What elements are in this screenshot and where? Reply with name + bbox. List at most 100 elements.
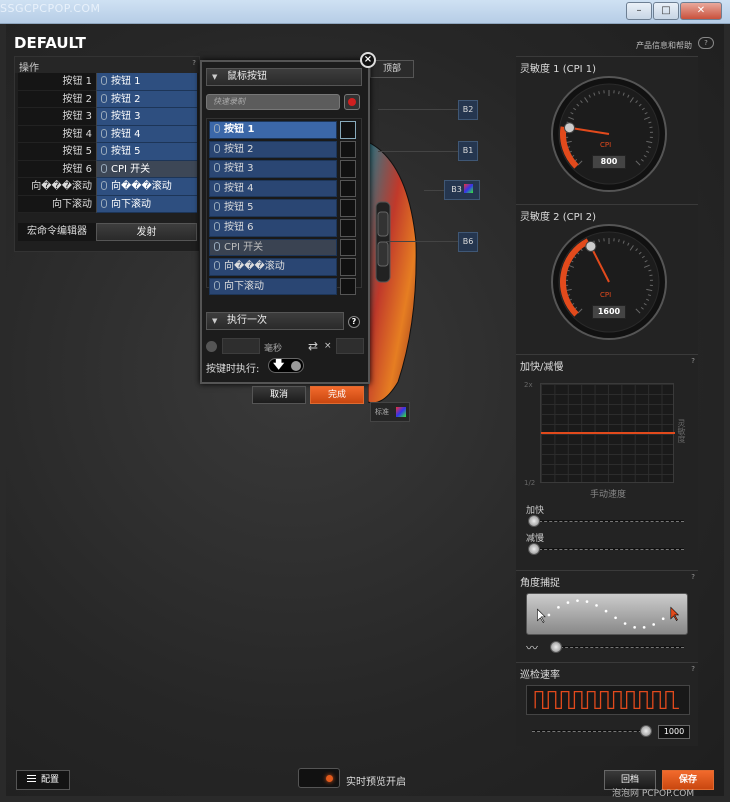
minimize-button[interactable]: – xyxy=(626,2,652,20)
popup-list-item[interactable]: 按钮 3 xyxy=(209,160,359,178)
delay-input[interactable] xyxy=(222,338,260,354)
mouse-icon xyxy=(101,76,107,85)
callout-b2[interactable]: B2 xyxy=(458,100,478,120)
gauge-knob[interactable] xyxy=(563,122,575,134)
wave-icon: 〰 xyxy=(526,641,539,655)
action-row-value[interactable]: 按钮 1 xyxy=(96,73,197,91)
cpi2-label: CPI xyxy=(600,291,612,299)
macro-fire-button[interactable]: 发射 xyxy=(96,223,197,241)
mouse-icon xyxy=(214,280,220,290)
live-preview-label: 实时预览开启 xyxy=(346,777,406,788)
live-preview-toggle[interactable] xyxy=(298,768,340,788)
exec-help-icon[interactable]: ? xyxy=(348,316,360,328)
angle-help-icon[interactable]: ? xyxy=(691,573,695,581)
cancel-button[interactable]: 取消 xyxy=(252,386,306,404)
slider-knob[interactable] xyxy=(550,641,563,653)
popup-list-checkbox[interactable] xyxy=(340,199,356,217)
popup-list-item[interactable]: 按钮 5 xyxy=(209,199,359,217)
config-button[interactable]: 配置 xyxy=(16,770,70,790)
cpi2-value[interactable]: 1600 xyxy=(592,305,626,319)
popup-list-item[interactable]: 按钮 6 xyxy=(209,218,359,237)
popup-list-checkbox[interactable] xyxy=(340,258,356,276)
polling-help-icon[interactable]: ? xyxy=(691,665,695,673)
popup-list-checkbox[interactable] xyxy=(340,140,356,159)
accel-graph xyxy=(540,383,675,483)
cpi2-gauge[interactable] xyxy=(550,223,668,341)
popup-list-item[interactable]: 向���滚动 xyxy=(209,258,359,276)
popup-list-item[interactable]: 按钮 2 xyxy=(209,140,359,159)
popup-list-item[interactable]: CPI 开关 xyxy=(209,238,359,257)
action-row-label: 向���滚动 xyxy=(18,178,96,196)
actions-help-icon[interactable]: ? xyxy=(192,59,196,67)
close-window-button[interactable]: ✕ xyxy=(680,2,722,20)
polling-value[interactable]: 1000 xyxy=(658,725,690,739)
repeat-x-label: × xyxy=(324,341,332,351)
action-row-value[interactable]: CPI 开关 xyxy=(96,160,197,178)
slider-knob[interactable] xyxy=(528,543,540,555)
action-row-value[interactable]: 向下滚动 xyxy=(96,195,197,213)
record-button[interactable] xyxy=(344,94,360,110)
gauge-knob[interactable] xyxy=(585,240,597,252)
popup-list-checkbox[interactable] xyxy=(340,160,356,178)
cpi1-label: CPI xyxy=(600,141,612,149)
popup-list-text: 按钮 5 xyxy=(224,202,254,214)
mouse-icon xyxy=(214,202,220,212)
action-row-value[interactable]: 向���滚动 xyxy=(96,178,197,196)
popup-list-item[interactable]: 按钮 4 xyxy=(209,179,359,198)
action-row-value[interactable]: 按钮 2 xyxy=(96,90,197,108)
popup-list-checkbox[interactable] xyxy=(340,277,356,296)
popup-list-text: 按钮 2 xyxy=(224,143,254,155)
help-link[interactable]: 产品信息和帮助 xyxy=(636,40,692,51)
decel-slider[interactable] xyxy=(528,543,684,555)
action-row-value[interactable]: 按钮 3 xyxy=(96,108,197,126)
exec-mode-dropdown[interactable]: ▼ 执行一次 xyxy=(206,312,344,330)
profile-title: DEFAULT xyxy=(14,34,86,52)
quick-record-field[interactable]: 快速录制 xyxy=(206,94,340,110)
category-dropdown[interactable]: ▼ 鼠标按钮 xyxy=(206,68,362,86)
cpi2-section: 灵敏度 2 (CPI 2) CPI 1600 xyxy=(516,204,698,354)
help-icon[interactable]: ? xyxy=(698,37,714,49)
top-view-button[interactable]: 顶部 xyxy=(370,60,414,78)
button-assign-popup: × ▼ 鼠标按钮 快速录制 按钮 1 按钮 2 按钮 3 按钮 4 按钮 5 按钮 6 CPI… xyxy=(200,52,376,404)
angle-slider[interactable] xyxy=(544,641,684,653)
standard-color-label[interactable]: 标准 xyxy=(370,402,410,422)
popup-list-label: 按钮 2 xyxy=(209,140,337,159)
action-row-value[interactable]: 按钮 4 xyxy=(96,125,197,143)
popup-list-checkbox[interactable] xyxy=(340,238,356,257)
done-button[interactable]: 完成 xyxy=(310,386,364,404)
polling-slider[interactable] xyxy=(526,725,652,737)
on-press-toggle[interactable]: 🡇 xyxy=(268,358,304,373)
slider-knob[interactable] xyxy=(528,515,540,527)
maximize-button[interactable]: □ xyxy=(653,2,679,20)
accel-slider[interactable] xyxy=(528,515,684,527)
slider-track xyxy=(550,646,684,648)
action-row-value[interactable]: 按钮 5 xyxy=(96,143,197,161)
popup-list-item[interactable]: 按钮 1 xyxy=(209,121,359,139)
popup-list-checkbox[interactable] xyxy=(340,218,356,237)
cpi1-value[interactable]: 800 xyxy=(592,155,626,169)
callout-b3[interactable]: B3 xyxy=(444,180,480,200)
cpi1-gauge[interactable] xyxy=(550,75,668,193)
popup-close-icon[interactable]: × xyxy=(360,52,376,68)
popup-list-checkbox[interactable] xyxy=(340,179,356,198)
watermark: 泡泡网 PCPOP.COM xyxy=(612,789,695,799)
repeat-count-input[interactable] xyxy=(336,338,364,354)
list-icon xyxy=(26,775,36,782)
callout-b6[interactable]: B6 xyxy=(458,232,478,252)
mouse-icon xyxy=(101,181,107,190)
accel-title: 加快/减慢 xyxy=(520,362,564,373)
popup-list-text: 向下滚动 xyxy=(224,280,264,292)
action-row-label: 按钮 3 xyxy=(18,108,96,126)
action-row: 按钮 2 按钮 2 xyxy=(18,90,197,108)
popup-list-checkbox[interactable] xyxy=(340,121,356,139)
cpi2-title: 灵敏度 2 (CPI 2) xyxy=(520,212,597,223)
action-row: 向下滚动 向下滚动 xyxy=(18,195,197,213)
accel-help-icon[interactable]: ? xyxy=(691,357,695,365)
mouse-icon xyxy=(214,163,220,173)
slider-knob[interactable] xyxy=(640,725,652,737)
popup-list-item[interactable]: 向下滚动 xyxy=(209,277,359,296)
callout-b1[interactable]: B1 xyxy=(458,141,478,161)
action-row-label: 按钮 5 xyxy=(18,143,96,161)
mouse-image xyxy=(368,142,417,404)
popup-list-label: 按钮 3 xyxy=(209,160,337,178)
